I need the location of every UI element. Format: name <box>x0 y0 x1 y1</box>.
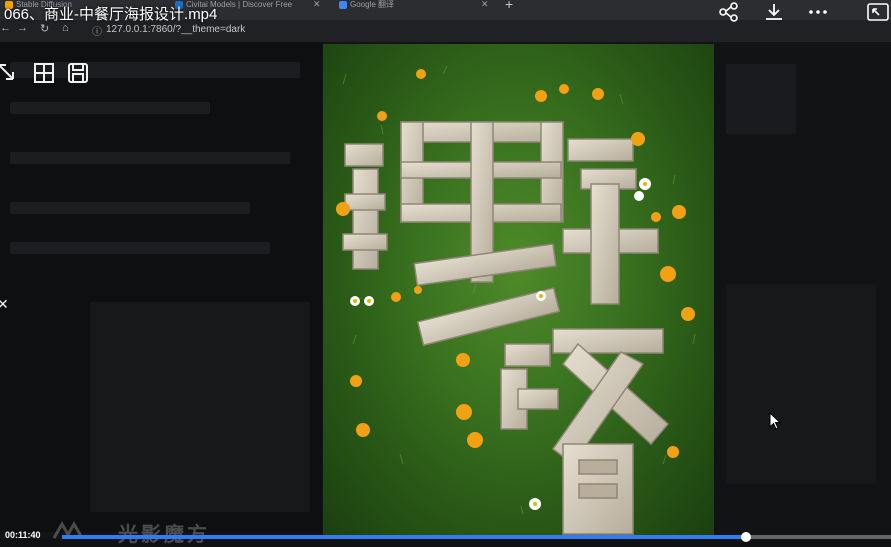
left-settings-panel <box>0 42 322 532</box>
download-icon[interactable] <box>763 2 785 22</box>
poster-artwork <box>336 65 696 535</box>
preview-thumbnail <box>726 284 876 484</box>
generated-poster-image <box>323 44 714 539</box>
share-icon[interactable] <box>718 2 740 22</box>
new-tab-button[interactable]: + <box>505 0 513 12</box>
thumbnail <box>726 64 796 134</box>
fullscreen-icon[interactable] <box>0 62 18 84</box>
picture-in-picture-icon[interactable] <box>867 2 889 22</box>
video-title: 066、商业-中餐厅海报设计.mp4 <box>4 6 218 23</box>
progress-fill <box>62 535 746 539</box>
preview-thumbnail <box>90 302 310 512</box>
grid-icon[interactable] <box>33 62 55 84</box>
site-info-icon[interactable]: ⓘ <box>92 23 102 38</box>
settings-row <box>10 202 250 214</box>
tab-label: Google 翻译 <box>350 0 395 9</box>
settings-row <box>10 152 290 164</box>
google-translate-favicon-icon <box>339 1 347 9</box>
more-options-icon[interactable] <box>807 2 829 22</box>
mouse-cursor-icon <box>769 412 781 430</box>
stone-character-ye-main <box>400 121 564 347</box>
url-text[interactable]: 127.0.0.1:7860/?__theme=dark <box>106 24 245 35</box>
stone-character-ye-right <box>562 138 659 305</box>
tab-google-translate[interactable]: Google 翻译 <box>336 0 486 20</box>
close-tab-icon[interactable]: ✕ <box>313 0 321 10</box>
stone-character-can <box>500 328 670 535</box>
stone-character-ye-left <box>342 143 388 270</box>
progress-handle[interactable] <box>740 532 751 542</box>
close-tab-icon[interactable]: ✕ <box>481 0 489 10</box>
progress-bar[interactable] <box>62 532 891 542</box>
settings-row <box>10 242 270 254</box>
save-icon[interactable] <box>67 62 89 84</box>
settings-row <box>10 102 210 114</box>
watermark-text: 光影魔方 <box>118 518 210 547</box>
close-icon[interactable]: ✕ <box>0 296 9 313</box>
right-settings-panel <box>714 44 891 536</box>
